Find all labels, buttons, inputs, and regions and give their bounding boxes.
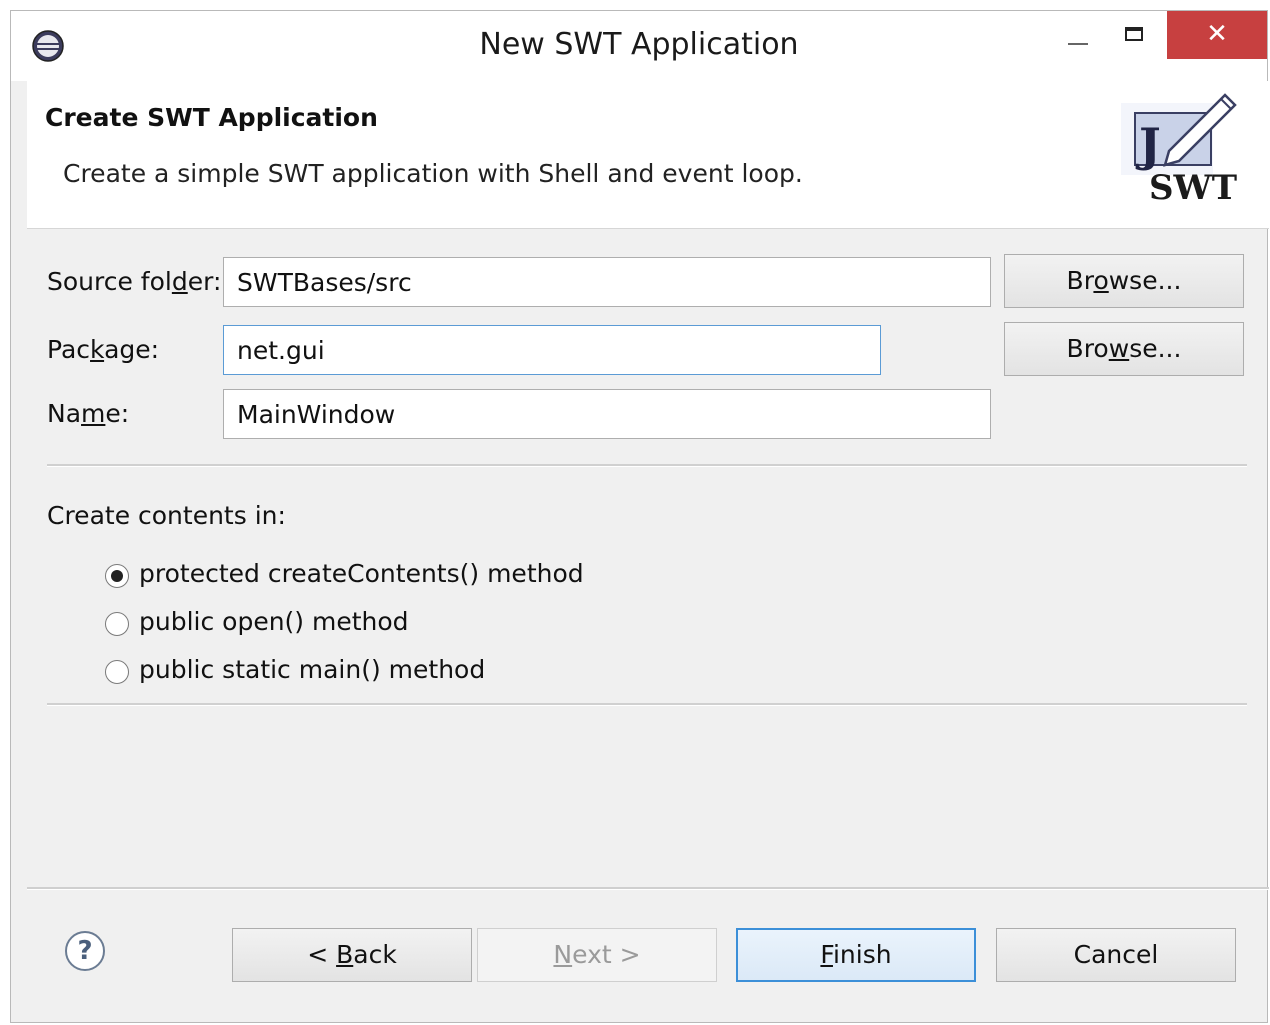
maximize-icon <box>1125 27 1143 41</box>
logo-letter: J <box>1135 118 1161 172</box>
maximize-button[interactable] <box>1107 11 1163 59</box>
banner-description: Create a simple SWT application with She… <box>63 159 803 188</box>
radio-button[interactable] <box>105 564 129 588</box>
source-folder-browse-button[interactable]: Browse... <box>1004 254 1244 308</box>
package-field[interactable] <box>223 325 881 375</box>
option-label: public static main() method <box>139 655 486 684</box>
swt-logo-icon: J SWT <box>1121 93 1237 201</box>
close-icon: ✕ <box>1206 19 1228 49</box>
name-field[interactable] <box>223 389 991 439</box>
help-button[interactable]: ? <box>65 931 105 971</box>
create-contents-label: Create contents in: <box>47 501 286 530</box>
help-icon: ? <box>77 936 93 966</box>
name-label: Name: <box>47 399 130 428</box>
logo-text: SWT <box>1149 168 1237 201</box>
cancel-button[interactable]: Cancel <box>996 928 1236 982</box>
package-browse-button[interactable]: Browse... <box>1004 322 1244 376</box>
radio-button[interactable] <box>105 660 129 684</box>
option-label: public open() method <box>139 607 409 636</box>
separator <box>47 464 1247 467</box>
minimize-icon <box>1068 43 1088 45</box>
wizard-banner: Create SWT Application Create a simple S… <box>27 81 1269 229</box>
package-label: Package: <box>47 335 160 364</box>
dialog-window: New SWT Application ✕ Create SWT Applica… <box>10 10 1269 1023</box>
option-label: protected createContents() method <box>139 559 584 588</box>
separator <box>47 703 1247 706</box>
finish-button[interactable]: Finish <box>736 928 976 982</box>
close-button[interactable]: ✕ <box>1167 11 1267 59</box>
radio-button[interactable] <box>105 612 129 636</box>
title-bar: New SWT Application ✕ <box>11 11 1267 81</box>
footer-separator <box>27 887 1269 890</box>
back-button[interactable]: < Back <box>232 928 472 982</box>
source-folder-label: Source folder: <box>47 267 222 296</box>
next-button[interactable]: Next > <box>477 928 717 982</box>
minimize-button[interactable] <box>1047 11 1107 59</box>
banner-title: Create SWT Application <box>45 103 378 132</box>
source-folder-field[interactable] <box>223 257 991 307</box>
